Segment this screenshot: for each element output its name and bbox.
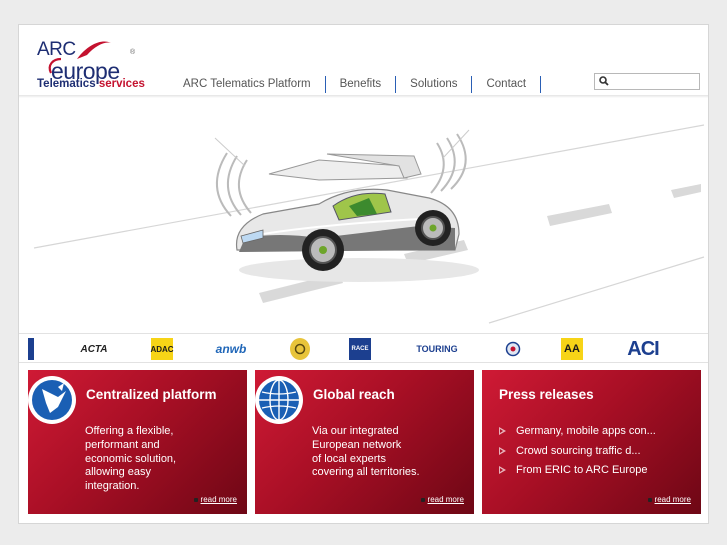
feature-box-press-releases[interactable]: Press releases Germany, mobile apps con.… bbox=[482, 370, 701, 514]
press-release-item[interactable]: From ERIC to ARC Europe bbox=[499, 464, 656, 476]
feature-box-global-reach[interactable]: Global reach Via our integrated European… bbox=[255, 370, 474, 514]
press-release-title: Germany, mobile apps con... bbox=[516, 425, 656, 437]
club-logo-anwb[interactable]: anwb bbox=[211, 338, 251, 360]
emblem-icon bbox=[505, 341, 521, 357]
registered-mark: ® bbox=[130, 49, 136, 56]
read-more-label: read more bbox=[200, 495, 237, 504]
club-logo-aa[interactable]: AA bbox=[561, 338, 583, 360]
globe-grid-icon bbox=[255, 376, 303, 424]
search-box[interactable] bbox=[594, 73, 700, 90]
press-release-list: Germany, mobile apps con... Crowd sourci… bbox=[499, 425, 656, 484]
globe-icon bbox=[28, 376, 76, 424]
box-body: Via our integrated European network of l… bbox=[312, 425, 420, 480]
box-body-line: economic solution, bbox=[85, 452, 177, 465]
feature-box-centralized-platform[interactable]: Centralized platform Offering a flexible… bbox=[28, 370, 247, 514]
box-body-line: covering all territories. bbox=[312, 466, 420, 479]
nav-separator bbox=[540, 75, 542, 93]
box-title: Press releases bbox=[499, 387, 594, 402]
club-logo-crest[interactable] bbox=[290, 338, 310, 360]
club-logos-strip: ACTA ADAC anwb RACE TOURING AA ACI bbox=[19, 333, 708, 363]
bullet-icon bbox=[647, 497, 652, 502]
box-body: Offering a flexible, performant and econ… bbox=[85, 425, 176, 494]
arrow-right-icon bbox=[499, 466, 506, 474]
tagline: Telematics services bbox=[37, 78, 145, 90]
nav-item-benefits[interactable]: Benefits bbox=[326, 78, 396, 90]
car-illustration bbox=[33, 124, 705, 324]
tagline-main: Telematics bbox=[37, 78, 96, 90]
read-more-link[interactable]: read more bbox=[420, 495, 464, 504]
club-logo-adac[interactable]: ADAC bbox=[150, 338, 174, 360]
box-body-line: Offering a flexible, bbox=[85, 425, 174, 437]
page: ARC europe ® Telematics services ARC Tel… bbox=[18, 24, 709, 524]
read-more-label: read more bbox=[427, 495, 464, 504]
club-logo-race[interactable]: RACE bbox=[349, 338, 371, 360]
press-release-item[interactable]: Crowd sourcing traffic d... bbox=[499, 445, 656, 457]
box-body-line: performant and bbox=[85, 438, 160, 451]
box-body-line: European network bbox=[312, 438, 402, 451]
club-logo-aci[interactable]: ACI bbox=[622, 338, 664, 360]
read-more-link[interactable]: read more bbox=[193, 495, 237, 504]
club-logo-acta[interactable]: ACTA bbox=[74, 338, 114, 360]
club-logo-emblem[interactable] bbox=[505, 338, 521, 360]
bullet-icon bbox=[193, 497, 198, 502]
read-more-label: read more bbox=[654, 495, 691, 504]
box-body-line: of local experts bbox=[312, 452, 386, 465]
press-release-title: From ERIC to ARC Europe bbox=[516, 464, 648, 476]
press-release-title: Crowd sourcing traffic d... bbox=[516, 444, 641, 457]
arrow-right-icon bbox=[499, 427, 506, 435]
nav-item-solutions[interactable]: Solutions bbox=[396, 78, 471, 90]
arrow-right-icon bbox=[499, 446, 506, 455]
nav-item-contact[interactable]: Contact bbox=[472, 78, 540, 90]
read-more-link[interactable]: read more bbox=[647, 495, 691, 504]
crest-icon bbox=[294, 343, 306, 355]
box-body-line: allowing easy bbox=[85, 466, 152, 479]
club-logo-partial[interactable] bbox=[28, 338, 34, 360]
press-release-item[interactable]: Germany, mobile apps con... bbox=[499, 425, 656, 437]
hero-banner[interactable] bbox=[19, 98, 708, 333]
box-body-line: Via our integrated bbox=[312, 425, 399, 437]
search-icon[interactable] bbox=[599, 76, 609, 86]
main-nav: ARC Telematics Platform Benefits Solutio… bbox=[169, 74, 542, 94]
bullet-icon bbox=[420, 497, 425, 502]
box-body-line: integration. bbox=[85, 480, 140, 493]
box-title: Global reach bbox=[313, 387, 395, 402]
tagline-accent: services bbox=[98, 78, 145, 90]
club-logo-touring[interactable]: TOURING bbox=[409, 338, 465, 360]
box-title: Centralized platform bbox=[86, 387, 217, 402]
nav-item-platform[interactable]: ARC Telematics Platform bbox=[169, 78, 325, 90]
search-input[interactable] bbox=[611, 75, 697, 88]
